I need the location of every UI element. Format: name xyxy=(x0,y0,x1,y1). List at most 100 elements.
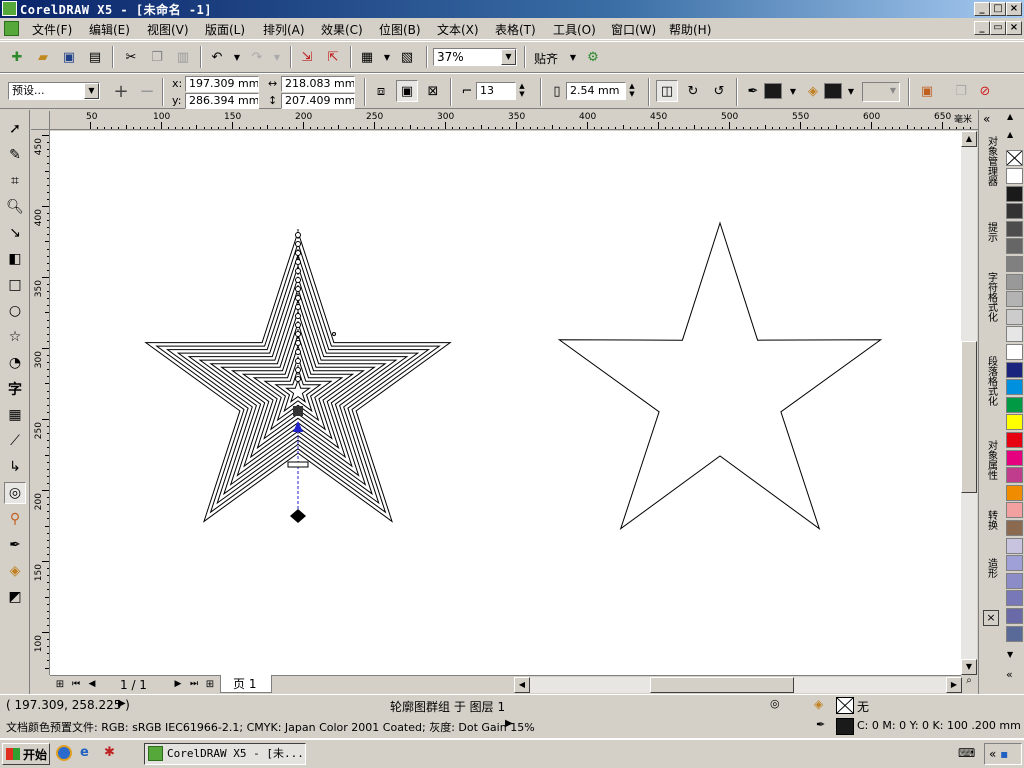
add-preset-icon[interactable]: + xyxy=(110,80,132,102)
maximize-button[interactable]: □ xyxy=(990,2,1006,16)
horizontal-scroll-track[interactable] xyxy=(530,677,946,693)
doc-minimize-button[interactable]: _ xyxy=(974,21,990,35)
copy-icon[interactable]: ❐ xyxy=(146,46,168,68)
tray-expand-icon[interactable]: « ▪ xyxy=(984,743,1022,765)
palette-swatch[interactable] xyxy=(1006,432,1023,448)
menu-tools[interactable]: 工具(O) xyxy=(553,21,596,38)
menu-effects[interactable]: 效果(C) xyxy=(321,21,363,38)
snap-to-dropdown[interactable]: 贴齐 xyxy=(534,50,558,67)
contour-end-handle[interactable] xyxy=(290,509,306,523)
redo-dropdown-icon[interactable]: ▼ xyxy=(266,46,288,68)
docker-tab-paragraph-formatting[interactable]: 段落格式化 xyxy=(981,356,1001,436)
export-icon[interactable]: ⇱ xyxy=(322,46,344,68)
palette-swatch[interactable] xyxy=(1006,572,1023,589)
fill-none-swatch[interactable] xyxy=(836,697,854,714)
browser-icon[interactable]: e xyxy=(80,745,96,761)
palette-scroll-down-icon[interactable]: ▼ xyxy=(1007,650,1013,659)
fill-end-color-select[interactable]: ▼ xyxy=(862,82,900,102)
drawing-canvas[interactable] xyxy=(50,131,961,675)
scroll-left-button[interactable]: ◀ xyxy=(514,677,530,693)
clear-contour-icon[interactable]: ⊘ xyxy=(974,80,996,102)
save-icon[interactable]: ▣ xyxy=(58,46,80,68)
palette-swatch[interactable] xyxy=(1006,467,1023,484)
horizontal-ruler[interactable]: 50 100 150 200 250 300 350 400 450 500 5… xyxy=(50,111,978,130)
scroll-right-button[interactable]: ▶ xyxy=(946,677,962,693)
object-acceleration-icon[interactable]: ▣ xyxy=(916,80,938,102)
next-page-icon[interactable]: ▶ xyxy=(170,675,186,693)
palette-swatch[interactable] xyxy=(1006,168,1023,184)
quicklaunch-app-icon[interactable]: ✱ xyxy=(104,745,120,761)
previous-page-icon[interactable]: ◀ xyxy=(84,675,100,693)
page-tab[interactable]: 页 1 xyxy=(220,675,272,693)
docker-tab-hints[interactable]: 提示 xyxy=(981,222,1001,268)
shape-tool-icon[interactable]: ✎ xyxy=(4,144,26,166)
doc-restore-button[interactable]: ▭ xyxy=(990,21,1006,35)
palette-swatch[interactable] xyxy=(1006,273,1023,290)
import-icon[interactable]: ⇲ xyxy=(296,46,318,68)
menu-bitmaps[interactable]: 位图(B) xyxy=(379,21,421,38)
close-button[interactable]: × xyxy=(1006,2,1022,16)
launcher-dropdown-icon[interactable]: ▼ xyxy=(376,46,398,68)
palette-swatch[interactable] xyxy=(1006,361,1023,378)
contour-direction-arrow[interactable] xyxy=(293,421,303,432)
steps-spinner[interactable]: ▲ ▼ xyxy=(516,82,528,100)
chevron-down-icon[interactable]: ▼ xyxy=(501,49,516,65)
ellipse-tool-icon[interactable]: ○ xyxy=(4,300,26,322)
to-center-icon[interactable]: ⧈ xyxy=(370,80,392,102)
menu-window[interactable]: 窗口(W) xyxy=(611,21,656,38)
preset-select[interactable]: 预设... ▼ xyxy=(8,82,100,100)
fill-tool-icon[interactable]: ◈ xyxy=(4,560,26,582)
media-player-icon[interactable] xyxy=(56,745,72,761)
scroll-up-button[interactable]: ▲ xyxy=(961,131,977,147)
vertical-ruler[interactable]: 450 400 350 300 250 200 150 100 xyxy=(31,130,50,675)
palette-swatch[interactable] xyxy=(1006,308,1023,325)
scroll-thumb[interactable] xyxy=(961,341,977,493)
menu-layout[interactable]: 版面(L) xyxy=(205,21,245,38)
palette-swatch[interactable] xyxy=(1006,608,1023,624)
zoom-tool-icon[interactable]: 🔍︎ xyxy=(4,196,26,218)
contour-start-handle[interactable] xyxy=(293,406,303,416)
palette-expand-icon[interactable]: « xyxy=(1006,668,1013,681)
docker-tab-transform[interactable]: 转换 xyxy=(981,510,1001,554)
first-page-icon[interactable]: ⏮ xyxy=(68,675,84,693)
docker-tab-character-formatting[interactable]: 字符格式化 xyxy=(981,272,1001,352)
profile-expand-icon[interactable]: ▶ xyxy=(505,718,513,729)
contour-steps-field[interactable]: 13 xyxy=(476,82,516,100)
connector-tool-icon[interactable]: ↳ xyxy=(4,456,26,478)
palette-swatch[interactable] xyxy=(1006,203,1023,220)
table-tool-icon[interactable]: ▦ xyxy=(4,404,26,426)
height-field[interactable]: 207.409 mm xyxy=(281,93,355,109)
interactive-fill-tool-icon[interactable]: ◩ xyxy=(4,586,26,608)
close-docker-icon[interactable]: × xyxy=(983,610,999,626)
clockwise-contour-color-icon[interactable]: ↻ xyxy=(682,80,704,102)
keyboard-tray-icon[interactable]: ⌨ xyxy=(958,746,975,760)
navigator-icon[interactable]: ⌕ xyxy=(961,675,977,693)
palette-scroll-up-icon[interactable]: ▲ xyxy=(1007,130,1013,139)
menu-view[interactable]: 视图(V) xyxy=(147,21,189,38)
contour-tool-icon[interactable]: ◎ xyxy=(4,482,26,504)
cut-icon[interactable]: ✂ xyxy=(120,46,142,68)
menu-edit[interactable]: 编辑(E) xyxy=(89,21,130,38)
dimension-tool-icon[interactable]: ⟋ xyxy=(4,430,26,452)
palette-swatch[interactable] xyxy=(1006,344,1023,360)
palette-swatch[interactable] xyxy=(1006,502,1023,519)
outside-icon[interactable]: ⊠ xyxy=(422,80,444,102)
contour-offset-field[interactable]: 2.54 mm xyxy=(566,82,626,100)
redo-icon[interactable]: ↷ xyxy=(246,46,268,68)
new-document-icon[interactable]: ✚ xyxy=(6,46,28,68)
counterclockwise-contour-color-icon[interactable]: ↺ xyxy=(708,80,730,102)
scroll-down-button[interactable]: ▼ xyxy=(961,659,977,675)
crop-tool-icon[interactable]: ⌗ xyxy=(4,170,26,192)
print-icon[interactable]: ▤ xyxy=(84,46,106,68)
menu-file[interactable]: 文件(F) xyxy=(32,21,72,38)
coreldraw-app-icon[interactable] xyxy=(2,1,17,16)
last-page-icon[interactable]: ⏭ xyxy=(186,675,202,693)
smart-fill-tool-icon[interactable]: ◧ xyxy=(4,248,26,270)
palette-swatch[interactable] xyxy=(1006,379,1023,396)
collapse-dockers-icon[interactable]: « xyxy=(983,112,990,126)
palette-swatch[interactable] xyxy=(1006,256,1023,272)
fill-color-dropdown-icon[interactable]: ▼ xyxy=(840,80,862,102)
palette-scroll-up-icon[interactable]: ▲ xyxy=(1007,112,1013,121)
palette-swatch[interactable] xyxy=(1006,396,1023,413)
palette-swatch[interactable] xyxy=(1006,449,1023,466)
